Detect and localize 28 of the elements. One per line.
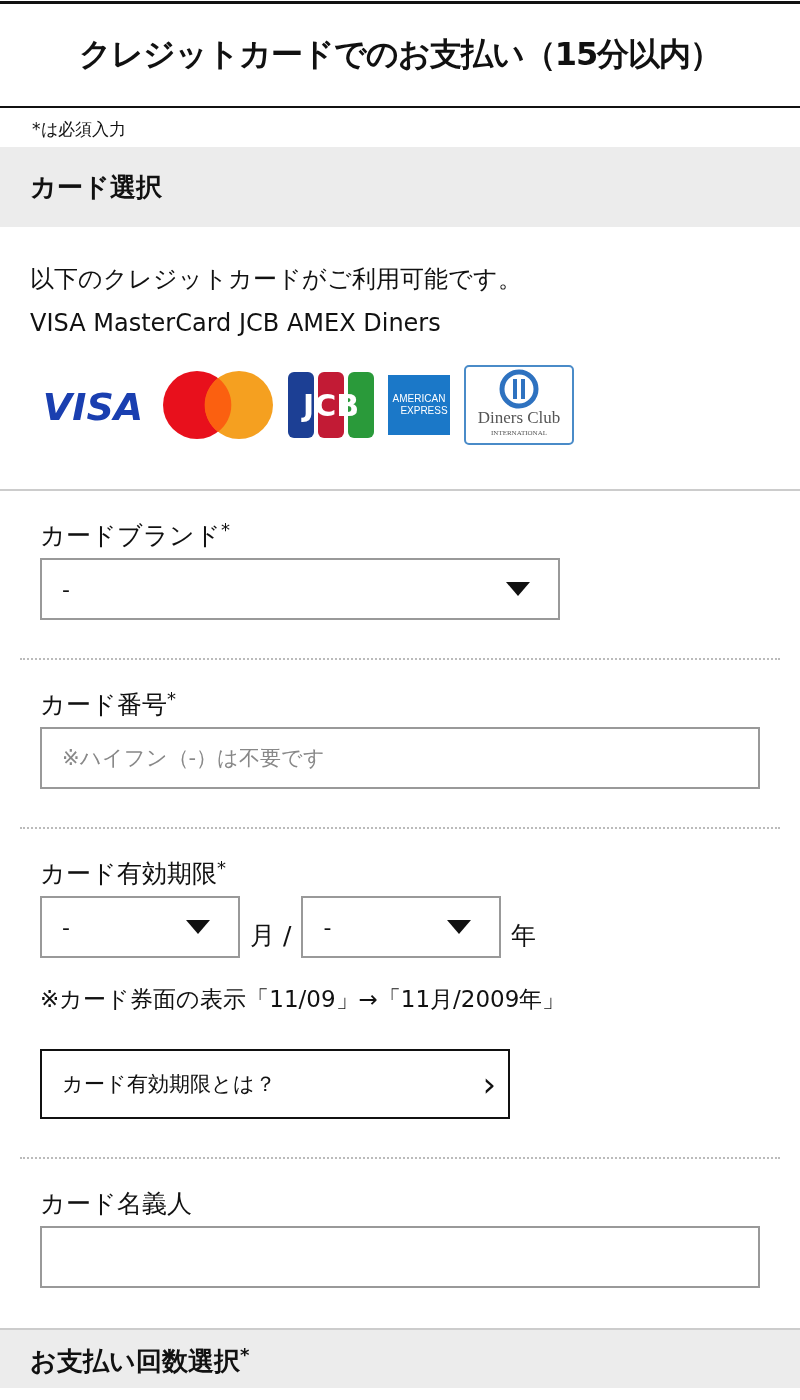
- field-label: カード有効期限*: [40, 857, 227, 890]
- dropdown[interactable]: -: [301, 896, 502, 958]
- required-mark: *: [221, 519, 230, 540]
- help-button[interactable]: カード有効期限とは？ ›: [40, 1049, 510, 1119]
- input-field[interactable]: ※ハイフン（-）は不要です: [40, 727, 760, 789]
- dropdown[interactable]: -: [40, 558, 560, 620]
- field-label: カードブランド*: [40, 519, 231, 552]
- caret-icon: [506, 582, 530, 596]
- caret-icon: [447, 920, 472, 934]
- required-mark: *: [217, 857, 226, 878]
- visa-logo: VISA: [38, 383, 148, 427]
- field-label: カード名義人: [40, 1188, 193, 1220]
- unit-label: 月 /: [250, 920, 292, 952]
- section-title: お支払い回数選択*: [30, 1344, 251, 1378]
- required-mark: *: [167, 688, 176, 709]
- hint-text: ※カード券面の表示「11/09」→「11月/2009年」: [40, 985, 567, 1014]
- required-mark: *: [240, 1344, 250, 1365]
- amex-logo: AMERICAN EXPRESS: [388, 375, 450, 435]
- input-field[interactable]: [40, 1226, 760, 1288]
- field-label: カード番号*: [40, 688, 177, 721]
- required-note: *は必須入力: [31, 118, 127, 141]
- description-text: VISA MasterCard JCB AMEX Diners: [30, 308, 442, 339]
- section-title: カード選択: [30, 170, 162, 204]
- caret-icon: [186, 920, 210, 934]
- unit-label: 年: [511, 920, 537, 952]
- dropdown[interactable]: -: [40, 896, 240, 958]
- description-text: 以下のクレジットカードがご利用可能です。: [30, 264, 523, 295]
- page-title: クレジットカードでのお支払い（15分以内）: [78, 34, 722, 75]
